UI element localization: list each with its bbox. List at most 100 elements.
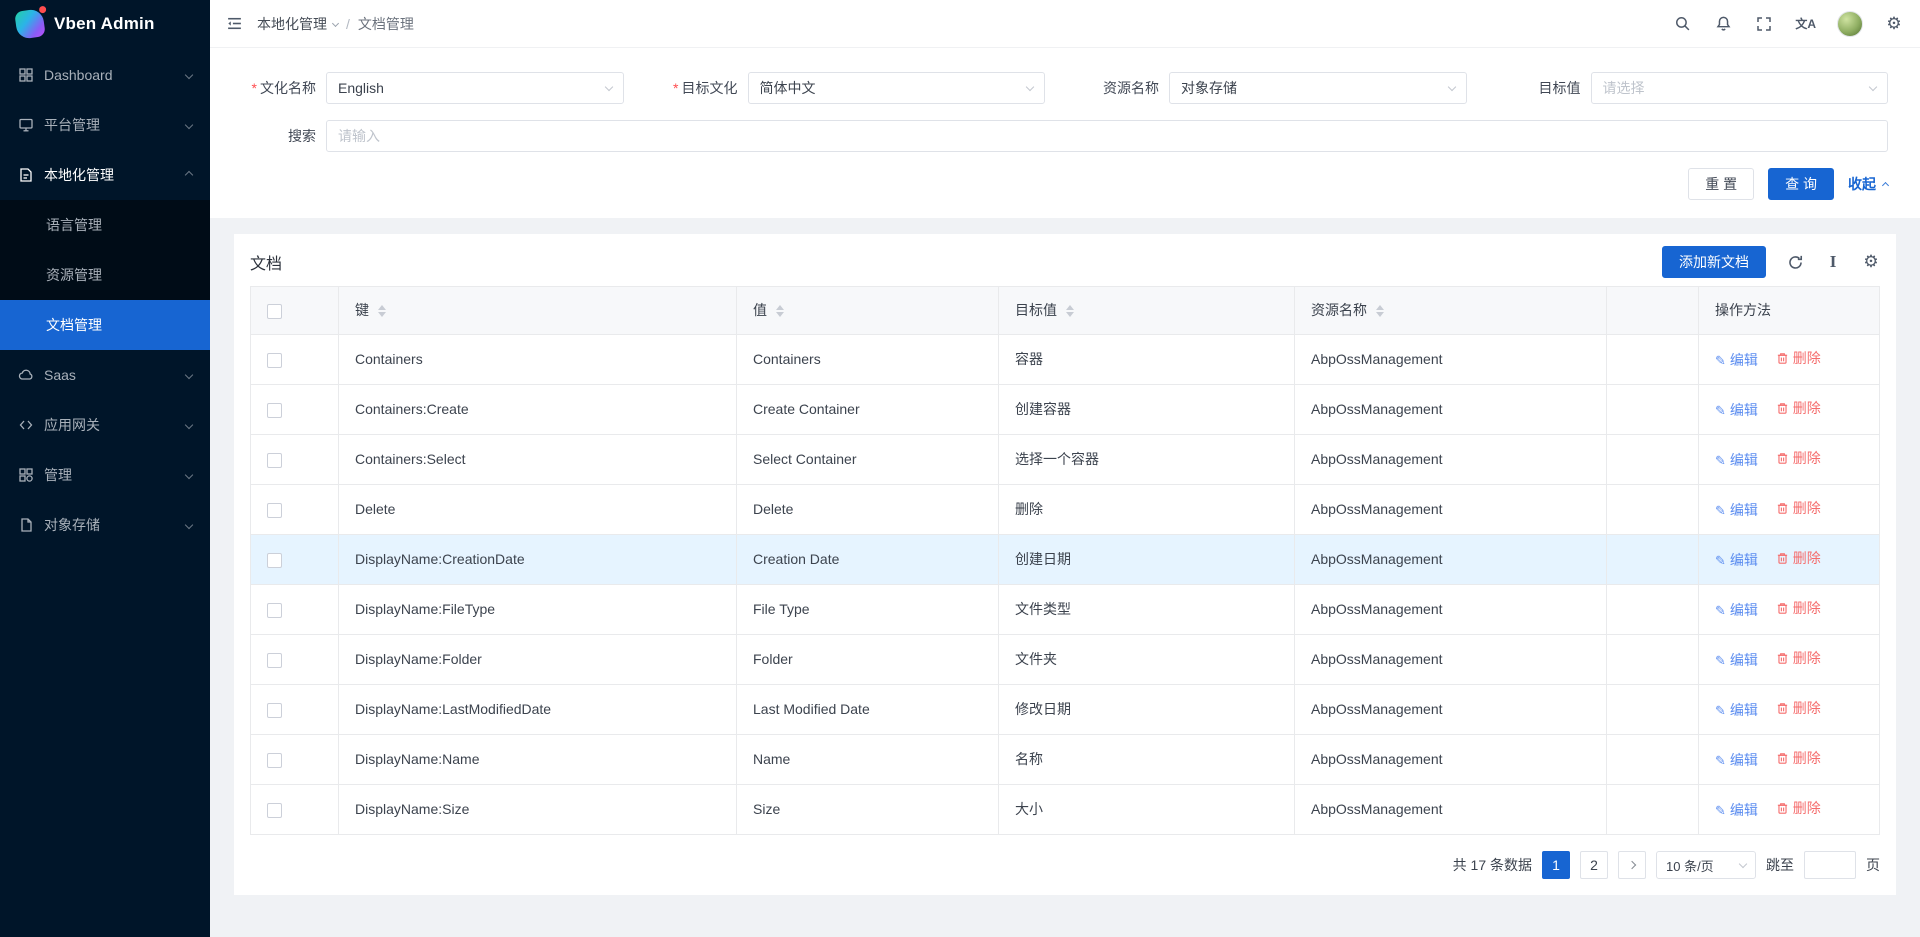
delete-button[interactable]: 删除 — [1776, 798, 1821, 819]
chevron-up-icon — [1882, 182, 1889, 189]
edit-button[interactable]: ✎编辑 — [1715, 500, 1758, 521]
row-checkbox[interactable] — [267, 353, 282, 368]
sidebar-fold-icon[interactable] — [226, 15, 243, 32]
table-row[interactable]: DisplayName:CreationDate Creation Date 创… — [251, 535, 1880, 585]
notification-bell-icon[interactable] — [1713, 14, 1733, 34]
resource-name-select[interactable]: 对象存储 — [1169, 72, 1467, 104]
sidebar-item-management[interactable]: 管理 — [0, 450, 210, 500]
target-value-cell: 修改日期 — [999, 685, 1295, 735]
user-avatar[interactable] — [1837, 11, 1863, 37]
field-culture-name: *文化名称 English — [226, 72, 648, 104]
delete-button[interactable]: 删除 — [1776, 498, 1821, 519]
add-document-button[interactable]: 添加新文档 — [1662, 246, 1766, 278]
sidebar-item-language-management[interactable]: 语言管理 — [0, 200, 210, 250]
target-culture-select[interactable]: 简体中文 — [748, 72, 1046, 104]
resource-name-value: 对象存储 — [1181, 78, 1237, 98]
page-size-select[interactable]: 10 条/页 — [1656, 851, 1756, 879]
settings-gear-icon[interactable]: ⚙ — [1884, 14, 1904, 34]
table-row[interactable]: Delete Delete 删除 AbpOssManagement ✎编辑 删除 — [251, 485, 1880, 535]
sidebar-item-platform[interactable]: 平台管理 — [0, 100, 210, 150]
sidebar-item-saas[interactable]: Saas — [0, 350, 210, 400]
target-value-select[interactable]: 请选择 — [1591, 72, 1889, 104]
checkbox-cell — [251, 585, 339, 635]
jump-page-input[interactable] — [1804, 851, 1856, 879]
delete-button[interactable]: 删除 — [1776, 398, 1821, 419]
edit-button[interactable]: ✎编辑 — [1715, 450, 1758, 471]
breadcrumb-parent[interactable]: 本地化管理 — [257, 14, 338, 34]
column-empty — [1607, 287, 1699, 335]
edit-pencil-icon: ✎ — [1715, 804, 1726, 817]
sidebar-item-label: Saas — [44, 367, 76, 383]
reset-button[interactable]: 重 置 — [1688, 168, 1754, 200]
fullscreen-icon[interactable] — [1754, 14, 1774, 34]
sort-icon[interactable] — [776, 305, 784, 317]
table-row[interactable]: Containers:Select Select Container 选择一个容… — [251, 435, 1880, 485]
delete-button[interactable]: 删除 — [1776, 548, 1821, 569]
culture-name-select[interactable]: English — [326, 72, 624, 104]
translate-icon[interactable]: 文A — [1795, 14, 1816, 34]
row-checkbox[interactable] — [267, 753, 282, 768]
sort-icon[interactable] — [1376, 305, 1384, 317]
search-icon[interactable] — [1672, 14, 1692, 34]
edit-button[interactable]: ✎编辑 — [1715, 750, 1758, 771]
edit-button[interactable]: ✎编辑 — [1715, 400, 1758, 421]
row-checkbox[interactable] — [267, 553, 282, 568]
delete-button[interactable]: 删除 — [1776, 648, 1821, 669]
row-checkbox[interactable] — [267, 403, 282, 418]
row-height-icon[interactable]: I — [1824, 253, 1842, 271]
documents-card: 文档 添加新文档 I ⚙ 键 值 — [234, 234, 1896, 895]
page-1-button[interactable]: 1 — [1542, 851, 1570, 879]
collapse-link[interactable]: 收起 — [1848, 174, 1888, 194]
query-button[interactable]: 查 询 — [1768, 168, 1834, 200]
delete-trash-icon — [1776, 452, 1789, 465]
sidebar-item-document-management[interactable]: 文档管理 — [0, 300, 210, 350]
sidebar-item-resource-management[interactable]: 资源管理 — [0, 250, 210, 300]
table-row[interactable]: DisplayName:LastModifiedDate Last Modifi… — [251, 685, 1880, 735]
sort-icon[interactable] — [1066, 305, 1074, 317]
next-page-button[interactable] — [1618, 851, 1646, 879]
table-row[interactable]: Containers Containers 容器 AbpOssManagemen… — [251, 335, 1880, 385]
header-actions: 文A ⚙ — [1672, 11, 1904, 37]
row-checkbox[interactable] — [267, 503, 282, 518]
row-checkbox[interactable] — [267, 603, 282, 618]
table-row[interactable]: DisplayName:Name Name 名称 AbpOssManagemen… — [251, 735, 1880, 785]
edit-button[interactable]: ✎编辑 — [1715, 550, 1758, 571]
sidebar-item-localization[interactable]: 本地化管理 — [0, 150, 210, 200]
key-cell: DisplayName:CreationDate — [339, 535, 737, 585]
column-settings-icon[interactable]: ⚙ — [1862, 253, 1880, 271]
refresh-icon[interactable] — [1786, 253, 1804, 271]
actions-cell: ✎编辑 删除 — [1699, 635, 1880, 685]
row-checkbox[interactable] — [267, 703, 282, 718]
select-all-checkbox[interactable] — [267, 304, 282, 319]
edit-button[interactable]: ✎编辑 — [1715, 700, 1758, 721]
table-row[interactable]: DisplayName:Size Size 大小 AbpOssManagemen… — [251, 785, 1880, 835]
sidebar-item-object-storage[interactable]: 对象存储 — [0, 500, 210, 550]
table-row[interactable]: Containers:Create Create Container 创建容器 … — [251, 385, 1880, 435]
edit-button[interactable]: ✎编辑 — [1715, 800, 1758, 821]
checkbox-cell — [251, 635, 339, 685]
sidebar-item-gateway[interactable]: 应用网关 — [0, 400, 210, 450]
table-row[interactable]: DisplayName:FileType File Type 文件类型 AbpO… — [251, 585, 1880, 635]
edit-pencil-icon: ✎ — [1715, 554, 1726, 567]
column-key: 键 — [355, 300, 369, 321]
edit-button[interactable]: ✎编辑 — [1715, 650, 1758, 671]
delete-button[interactable]: 删除 — [1776, 698, 1821, 719]
edit-button[interactable]: ✎编辑 — [1715, 350, 1758, 371]
delete-button[interactable]: 删除 — [1776, 348, 1821, 369]
delete-button[interactable]: 删除 — [1776, 598, 1821, 619]
row-checkbox[interactable] — [267, 803, 282, 818]
table-row[interactable]: DisplayName:Folder Folder 文件夹 AbpOssMana… — [251, 635, 1880, 685]
sidebar-item-dashboard[interactable]: Dashboard — [0, 50, 210, 100]
delete-button[interactable]: 删除 — [1776, 748, 1821, 769]
delete-button[interactable]: 删除 — [1776, 448, 1821, 469]
app-logo[interactable]: Vben Admin — [0, 0, 210, 48]
row-checkbox[interactable] — [267, 453, 282, 468]
search-input[interactable] — [326, 120, 1888, 152]
breadcrumb-parent-label: 本地化管理 — [257, 14, 327, 34]
page-2-button[interactable]: 2 — [1580, 851, 1608, 879]
row-checkbox[interactable] — [267, 653, 282, 668]
edit-button[interactable]: ✎编辑 — [1715, 600, 1758, 621]
sort-icon[interactable] — [378, 305, 386, 317]
checkbox-cell — [251, 485, 339, 535]
empty-cell — [1607, 385, 1699, 435]
